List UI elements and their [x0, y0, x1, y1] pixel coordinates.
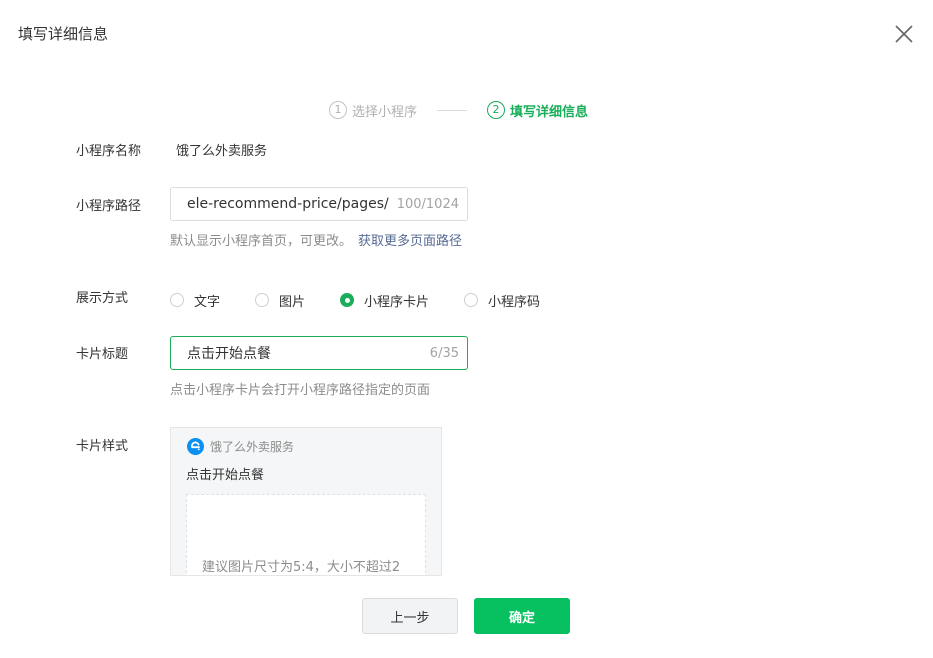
step-number: 1	[329, 101, 347, 119]
miniprogram-path-input[interactable]	[187, 196, 391, 212]
radio-circle[interactable]	[255, 293, 270, 307]
radio-label: 图片	[279, 294, 306, 310]
confirm-button[interactable]: 确定	[474, 598, 570, 634]
miniprogram-path-label: 小程序路径	[76, 199, 142, 214]
step-fill-details: 2 填写详细信息	[487, 101, 588, 120]
card-preview-header: 饿了么外卖服务	[187, 438, 294, 455]
card-title-char-count: 6/35	[429, 345, 459, 361]
miniprogram-name-label: 小程序名称	[76, 144, 142, 159]
step-label: 填写详细信息	[510, 104, 589, 120]
radio-miniprogram-code[interactable]: 小程序码	[464, 291, 540, 310]
card-title-hint: 点击小程序卡片会打开小程序路径指定的页面	[170, 383, 431, 398]
card-preview: 饿了么外卖服务 点击开始点餐 建议图片尺寸为5:4，大小不超过2	[170, 427, 442, 576]
miniprogram-name-value: 饿了么外卖服务	[176, 144, 268, 159]
step-number: 2	[487, 101, 506, 119]
card-title-input[interactable]	[187, 345, 424, 361]
radio-label: 小程序卡片	[364, 294, 430, 310]
radio-text[interactable]: 文字	[170, 291, 220, 310]
path-char-count: 100/1024	[396, 196, 459, 212]
radio-circle[interactable]	[464, 293, 479, 307]
card-app-name: 饿了么外卖服务	[210, 440, 295, 454]
more-paths-link[interactable]: 获取更多页面路径	[358, 234, 462, 249]
close-icon[interactable]	[893, 23, 915, 45]
display-mode-label: 展示方式	[76, 291, 129, 306]
card-style-label: 卡片样式	[76, 439, 129, 454]
dialog-title: 填写详细信息	[18, 25, 109, 43]
step-label: 选择小程序	[352, 104, 418, 120]
eleme-logo-icon	[187, 438, 204, 455]
radio-label: 小程序码	[488, 294, 541, 310]
steps-indicator: 1 选择小程序 2 填写详细信息	[329, 100, 588, 120]
radio-label: 文字	[194, 294, 221, 310]
step-divider	[437, 109, 468, 111]
card-title-field[interactable]: 6/35	[170, 336, 468, 370]
previous-step-button[interactable]: 上一步	[362, 598, 458, 634]
display-mode-radio-group: 文字 图片 小程序卡片 小程序码	[170, 291, 575, 310]
card-image-hint: 建议图片尺寸为5:4，大小不超过2	[202, 560, 401, 575]
radio-circle[interactable]	[340, 293, 355, 307]
path-hint: 默认显示小程序首页，可更改。 获取更多页面路径	[170, 233, 462, 251]
path-hint-text: 默认显示小程序首页，可更改。	[170, 234, 353, 249]
miniprogram-path-field[interactable]: 100/1024	[170, 187, 468, 221]
card-title-label: 卡片标题	[76, 347, 129, 362]
step-select-miniprogram: 1 选择小程序	[329, 101, 417, 120]
card-preview-title: 点击开始点餐	[186, 468, 265, 483]
card-image-upload[interactable]: 建议图片尺寸为5:4，大小不超过2	[186, 494, 426, 575]
radio-image[interactable]: 图片	[255, 291, 305, 310]
radio-circle[interactable]	[170, 293, 184, 307]
dialog: 填写详细信息 1 选择小程序 2 填写详细信息 小程序名称 饿了么外卖服务 小程…	[0, 0, 933, 658]
radio-miniprogram-card[interactable]: 小程序卡片	[340, 291, 429, 310]
